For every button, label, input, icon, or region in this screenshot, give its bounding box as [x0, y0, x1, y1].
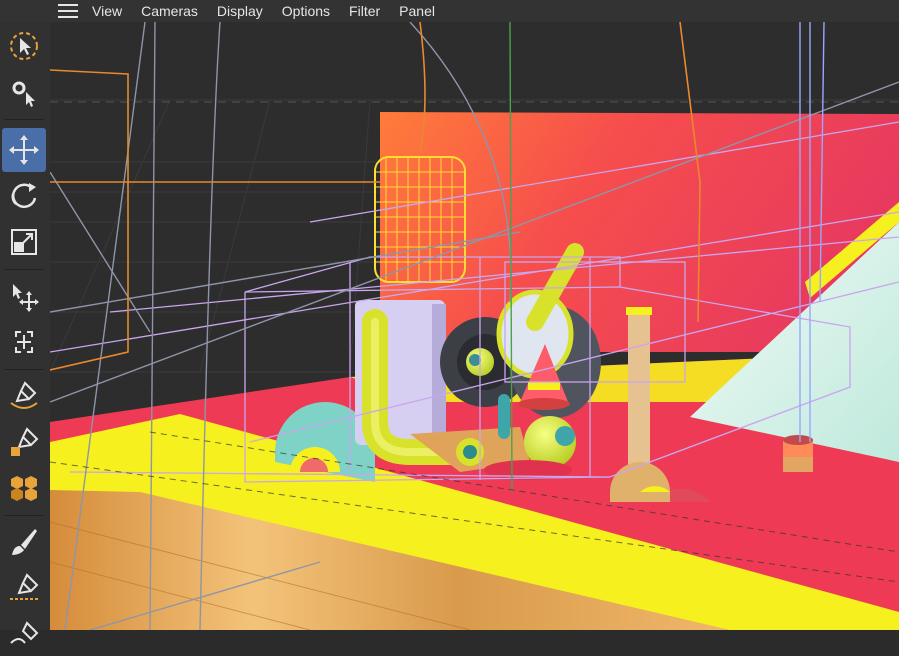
menu-options[interactable]: Options: [282, 3, 330, 19]
viewport-menubar: View Cameras Display Options Filter Pane…: [0, 0, 899, 22]
menu-cameras[interactable]: Cameras: [141, 3, 198, 19]
pen-line-icon: [10, 573, 39, 600]
hamburger-menu-icon[interactable]: [58, 4, 78, 18]
spline-pen-icon: [10, 621, 39, 644]
move-axis-tool[interactable]: [2, 274, 46, 318]
toolbar-divider: [4, 369, 44, 370]
brush-icon: [12, 529, 37, 555]
toolbar-divider: [4, 119, 44, 120]
rotate-tool[interactable]: [2, 174, 46, 218]
spline-objects-tool[interactable]: [2, 466, 46, 510]
scale-axis-icon: [15, 331, 33, 353]
menu-filter[interactable]: Filter: [349, 3, 380, 19]
scale-icon: [11, 229, 37, 255]
toolbar-divider: [4, 269, 44, 270]
move-tool[interactable]: [2, 128, 46, 172]
spline-objects-icon: [11, 476, 37, 501]
spline-point-tool[interactable]: [2, 420, 46, 464]
tool-palette: [0, 22, 50, 644]
scale-axis-tool[interactable]: [2, 320, 46, 364]
viewport-scene: [50, 22, 899, 630]
brush-tool[interactable]: [2, 520, 46, 564]
menu-view[interactable]: View: [92, 3, 122, 19]
move-icon: [9, 135, 39, 165]
pen-line-tool[interactable]: [2, 566, 46, 610]
scale-tool[interactable]: [2, 220, 46, 264]
rotate-icon: [11, 183, 37, 208]
spline-pen-tool[interactable]: [2, 374, 46, 418]
selection-settings-icon: [12, 81, 35, 107]
menu-panel[interactable]: Panel: [399, 3, 435, 19]
toolbar-divider: [4, 515, 44, 516]
3d-viewport[interactable]: [50, 22, 899, 630]
selection-settings-tool[interactable]: [2, 70, 46, 114]
live-selection-icon: [10, 32, 38, 60]
spline-pen-icon: [10, 381, 38, 409]
extra-spline-tool[interactable]: [2, 612, 46, 656]
move-axis-icon: [13, 284, 39, 312]
spline-point-icon: [11, 427, 39, 456]
menu-display[interactable]: Display: [217, 3, 263, 19]
live-selection-tool[interactable]: [2, 24, 46, 68]
